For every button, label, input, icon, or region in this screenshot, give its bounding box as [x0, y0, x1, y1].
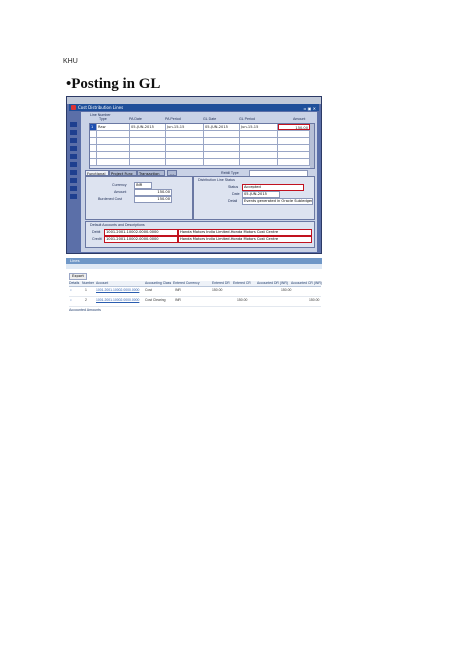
col-header-gl-period: GL Period [239, 117, 256, 121]
nav-block [70, 178, 77, 183]
distribution-status-label: Distribution Line Status [198, 178, 235, 182]
col-accounted-dr: Accounted DR (INR) [257, 281, 288, 285]
nav-block [70, 154, 77, 159]
rebill-type-label: Rebill Type [221, 171, 239, 175]
row-account[interactable]: 1001.2001.10002.0000.0000 [96, 298, 139, 303]
export-button[interactable]: Export [69, 273, 87, 280]
window-controls-icon[interactable]: ▫ ▣ ✕ [304, 105, 316, 112]
window-title: Cost Distribution Lines [78, 105, 124, 110]
col-details: Details [69, 281, 80, 285]
status-field[interactable]: Accepted [242, 184, 304, 191]
nav-block [70, 194, 77, 199]
col-accounting-class: Accounting Class [145, 281, 172, 285]
debit-account-field[interactable]: 1001.2001.10002.0000.0000 [104, 229, 178, 236]
col-account: Account [96, 281, 109, 285]
row-accounted-cr: 150.00 [309, 298, 320, 302]
slide-title: •Posting in GL [66, 76, 161, 92]
nav-block [70, 130, 77, 135]
row-currency: INR [175, 298, 181, 302]
row-number: 1 [85, 288, 87, 292]
currency-label: Currency [112, 183, 127, 187]
details-icon[interactable]: ⌕ [70, 298, 72, 303]
col-entered-cr: Entered CR [233, 281, 251, 285]
table-row: ⌕ 2 1001.2001.10002.0000.0000 Cost Clear… [69, 297, 321, 307]
cell-pa-date[interactable]: 05-JUN-2015 [130, 124, 166, 130]
default-accounts-group: Default Accounts and Descriptions Debit … [85, 221, 315, 248]
left-navigator [70, 122, 77, 227]
date-field[interactable]: 05-JUN-2015 [242, 191, 280, 198]
burdened-cost-field[interactable]: 150.00 [134, 196, 172, 203]
form-panel: Line Number Type PA Date PA Period GL Da… [81, 112, 317, 252]
grid-row-empty[interactable] [90, 131, 314, 138]
row-class: Cost [145, 288, 152, 292]
distribution-status-group: Distribution Line Status Status Accepted… [193, 176, 315, 220]
distribution-grid: 1 Raw 05-JUN-2015 Jun-15-15 05-JUN-2015 … [89, 123, 315, 169]
row-account[interactable]: 1001.2001.10002.0000.0000 [96, 288, 139, 293]
section-subbar [66, 264, 322, 269]
row-entered-dr: 150.00 [212, 288, 223, 292]
window-titlebar: Cost Distribution Lines ▫ ▣ ✕ [69, 104, 319, 111]
cell-gl-period[interactable]: Jun-15-15 [240, 124, 278, 130]
amount-label: Amount [114, 190, 127, 194]
burdened-cost-label: Burdened Cost [98, 197, 122, 201]
col-header-pa-date: PA Date [129, 117, 142, 121]
table-row: ⌕ 1 1001.2001.10002.0000.0000 Cost INR 1… [69, 287, 321, 297]
functional-tab-body: Currency INR Amount 150.00 Burdened Cost… [85, 176, 193, 220]
status-label: Status [228, 185, 239, 189]
col-entered-currency: Entered Currency [173, 281, 200, 285]
cell-pa-period[interactable]: Jun-15-15 [166, 124, 204, 130]
currency-field[interactable]: INR [134, 182, 152, 189]
grid-row-empty[interactable] [90, 138, 314, 145]
row-currency: INR [175, 288, 181, 292]
amount-field[interactable]: 150.00 [134, 189, 172, 196]
grid-row-empty[interactable] [90, 145, 314, 152]
grid-row[interactable]: 1 Raw 05-JUN-2015 Jun-15-15 05-JUN-2015 … [90, 124, 314, 131]
grid-row-empty[interactable] [90, 159, 314, 166]
default-accounts-label: Default Accounts and Descriptions [90, 223, 145, 227]
page-header: KHU [63, 58, 78, 65]
credit-label: Credit [92, 237, 102, 241]
window-toolbar [67, 97, 321, 104]
debit-label: Debit [92, 230, 101, 234]
col-header-pa-period: PA Period [165, 117, 181, 121]
col-header-gl-date: GL Date [203, 117, 217, 121]
oracle-form-screenshot: Cost Distribution Lines ▫ ▣ ✕ Line Numbe… [66, 96, 322, 254]
grid-scrollbar[interactable] [310, 124, 314, 168]
nav-block [70, 162, 77, 167]
row-class: Cost Clearing [145, 298, 166, 302]
col-header-amount: Amount [293, 117, 306, 121]
accounted-amounts-label: Accounted Amounts [69, 308, 101, 312]
details-icon[interactable]: ⌕ [70, 288, 72, 293]
row-entered-cr: 150.00 [237, 298, 248, 302]
cell-amount[interactable]: 150.00 [278, 124, 310, 130]
date-label: Date [232, 192, 240, 196]
col-entered-dr: Entered DR [212, 281, 230, 285]
col-accounted-cr: Accounted CR (INR) [291, 281, 322, 285]
grid-row-empty[interactable] [90, 152, 314, 159]
nav-block [70, 170, 77, 175]
debit-description-field[interactable]: Honda Motors India Limited.Honda Motors … [178, 229, 312, 236]
sla-lines-screenshot: Lines Export Details Number Account Acco… [66, 258, 322, 314]
cell-gl-date[interactable]: 05-JUN-2015 [204, 124, 240, 130]
window-icon [71, 105, 76, 110]
credit-description-field[interactable]: Honda Motors India Limited.Honda Motors … [178, 236, 312, 243]
detail-field[interactable]: Events generated in Oracle Subledger Acc [242, 198, 313, 205]
row-number: 2 [85, 298, 87, 302]
credit-account-field[interactable]: 1001.2001.10002.0000.0000 [104, 236, 178, 243]
nav-block [70, 122, 77, 127]
nav-block [70, 186, 77, 191]
cell-type[interactable]: Raw [97, 124, 130, 130]
cell-line[interactable]: 1 [90, 124, 97, 130]
row-accounted-dr: 150.00 [281, 288, 292, 292]
detail-label: Detail [228, 199, 238, 203]
nav-block [70, 146, 77, 151]
col-header-type: Type [99, 117, 107, 121]
nav-block [70, 138, 77, 143]
col-number: Number [82, 281, 95, 285]
